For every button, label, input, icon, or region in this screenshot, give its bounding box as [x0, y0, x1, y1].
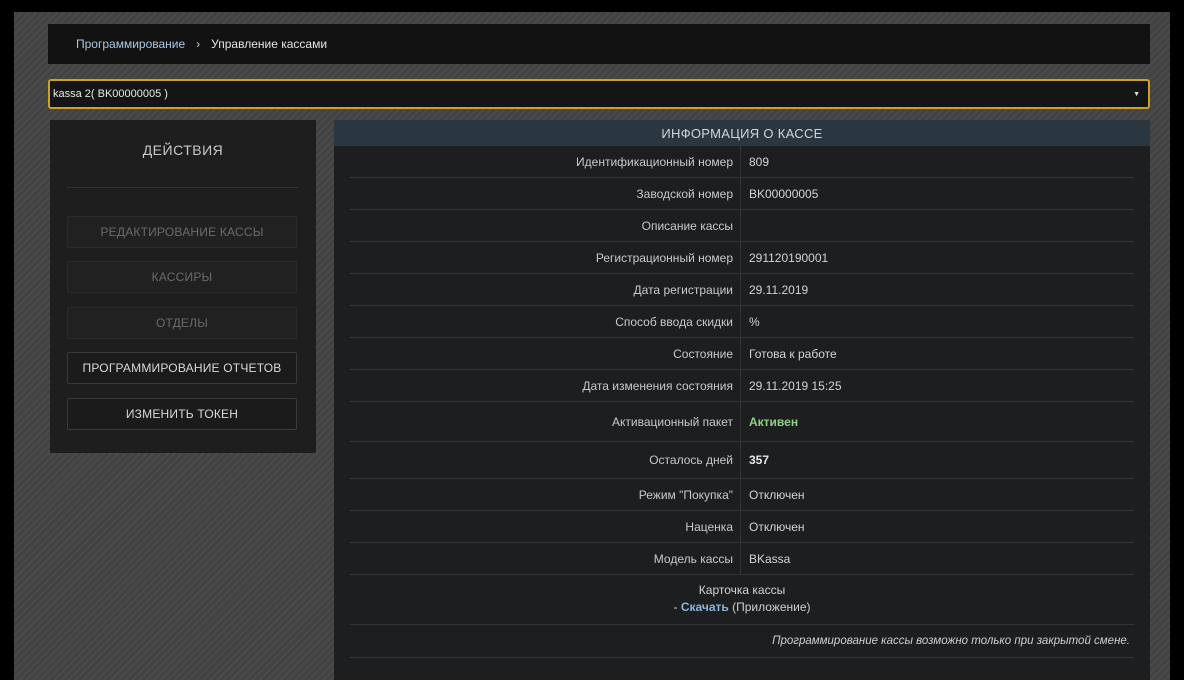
info-label: Состояние — [673, 346, 733, 361]
info-value: % — [740, 306, 1134, 337]
card-prefix: - — [673, 600, 681, 614]
info-label: Описание кассы — [641, 218, 733, 233]
info-label: Способ ввода скидки — [615, 314, 733, 329]
info-label: Дата регистрации — [633, 282, 733, 297]
info-row-reg-date: Дата регистрации 29.11.2019 — [350, 274, 1134, 306]
info-row-days-left: Осталось дней 357 — [350, 442, 1134, 479]
info-row-state-date: Дата изменения состояния 29.11.2019 15:2… — [350, 370, 1134, 402]
info-row-model: Модель кассы BKassa — [350, 543, 1134, 575]
breadcrumb-link-programming[interactable]: Программирование — [76, 37, 185, 51]
info-value: 291120190001 — [740, 242, 1134, 273]
info-value: Отключен — [740, 479, 1134, 510]
info-label: Активационный пакет — [612, 414, 733, 429]
report-programming-button[interactable]: ПРОГРАММИРОВАНИЕ ОТЧЕТОВ — [67, 352, 297, 384]
info-value: BKassa — [740, 543, 1134, 574]
breadcrumb-current: Управление кассами — [211, 37, 328, 51]
info-value: 29.11.2019 — [740, 274, 1134, 305]
activation-status-badge: Активен — [740, 402, 1134, 441]
actions-title: ДЕЙСТВИЯ — [142, 142, 224, 158]
info-label: Дата изменения состояния — [582, 378, 733, 393]
note-text: Программирование кассы возможно только п… — [772, 635, 1130, 647]
info-row-reg-number: Регистрационный номер 291120190001 — [350, 242, 1134, 274]
departments-button[interactable]: ОТДЕЛЫ — [67, 307, 297, 339]
kassa-card-row: Карточка кассы - Скачать (Приложение) — [350, 575, 1134, 625]
info-value — [740, 210, 1134, 241]
kassa-card-title: Карточка кассы — [698, 583, 786, 597]
edit-kassa-button[interactable]: РЕДАКТИРОВАНИЕ КАССЫ — [67, 216, 297, 248]
info-label: Заводской номер — [636, 186, 733, 201]
kassa-select-value: kassa 2( BK00000005 ) — [53, 88, 168, 100]
change-token-button[interactable]: ИЗМЕНИТЬ ТОКЕН — [67, 398, 297, 430]
info-table: Идентификационный номер 809 Заводской но… — [350, 146, 1134, 658]
actions-divider — [67, 187, 299, 188]
info-label: Идентификационный номер — [576, 154, 733, 169]
actions-panel: ДЕЙСТВИЯ РЕДАКТИРОВАНИЕ КАССЫ КАССИРЫ ОТ… — [50, 120, 316, 453]
info-row-serial: Заводской номер BK00000005 — [350, 178, 1134, 210]
info-label: Модель кассы — [653, 551, 733, 566]
breadcrumb-separator-icon: › — [196, 37, 201, 51]
info-label: Режим "Покупка" — [638, 487, 733, 502]
info-row-markup: Наценка Отключен — [350, 511, 1134, 543]
kassa-card-links: - Скачать (Приложение) — [350, 600, 1134, 614]
page-background: Программирование › Управление кассами ka… — [14, 12, 1170, 680]
info-value: 357 — [740, 442, 1134, 478]
info-header: ИНФОРМАЦИЯ О КАССЕ — [334, 120, 1150, 146]
info-label: Осталось дней — [649, 453, 733, 467]
kassa-select[interactable]: kassa 2( BK00000005 ) ▼ — [48, 79, 1150, 109]
cashiers-button[interactable]: КАССИРЫ — [67, 261, 297, 293]
info-value: Отключен — [740, 511, 1134, 542]
info-value: BK00000005 — [740, 178, 1134, 209]
app-link[interactable]: (Приложение) — [732, 600, 810, 614]
info-row-activation: Активационный пакет Активен — [350, 402, 1134, 442]
breadcrumb: Программирование › Управление кассами — [48, 24, 1150, 64]
info-row-description: Описание кассы — [350, 210, 1134, 242]
closed-shift-note: Программирование кассы возможно только п… — [350, 625, 1134, 658]
info-label: Наценка — [685, 519, 733, 534]
info-label: Регистрационный номер — [595, 250, 733, 265]
info-value: Готова к работе — [740, 338, 1134, 369]
info-value: 809 — [740, 146, 1134, 177]
kassa-info-panel: ИНФОРМАЦИЯ О КАССЕ Идентификационный ном… — [334, 120, 1150, 680]
dropdown-arrow-icon: ▼ — [1133, 90, 1140, 98]
info-row-state: Состояние Готова к работе — [350, 338, 1134, 370]
download-link[interactable]: Скачать — [681, 600, 729, 614]
info-row-purchase-mode: Режим "Покупка" Отключен — [350, 479, 1134, 511]
info-value: 29.11.2019 15:25 — [740, 370, 1134, 401]
info-row-discount-mode: Способ ввода скидки % — [350, 306, 1134, 338]
info-row-id: Идентификационный номер 809 — [350, 146, 1134, 178]
